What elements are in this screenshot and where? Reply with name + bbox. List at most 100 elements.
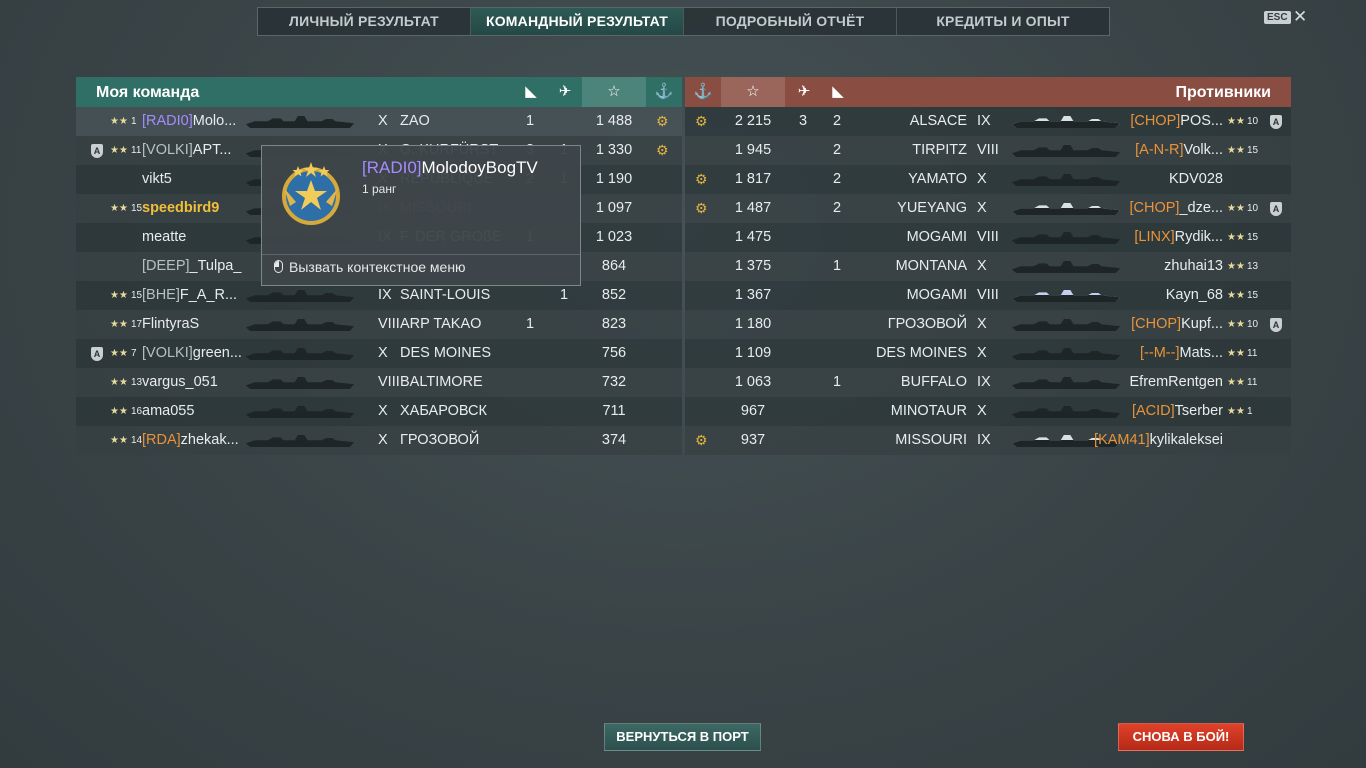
player-name[interactable]: [BHE]F_A_R... xyxy=(142,281,237,310)
enemy-row[interactable]: 1 375 1 MONTANA Xzhuhai13 ★★ 13 xyxy=(685,252,1291,281)
my-team-title: Моя команда xyxy=(96,84,200,101)
tooltip-context-hint: Вызвать контекстное меню xyxy=(274,259,466,275)
player-name[interactable]: zhuhai13 xyxy=(1164,252,1223,281)
player-row[interactable]: ★★ 14 [RDA]zhekak... X ГРОЗОВОЙ 374 xyxy=(76,426,682,455)
player-name[interactable]: meatte xyxy=(142,223,186,252)
player-name[interactable]: [RADI0]Molo... xyxy=(142,107,236,136)
rank-number: 10 xyxy=(1247,203,1259,214)
enemy-row[interactable]: 1 367 MOGAMI VIII Kayn_68 ★★ 15 xyxy=(685,281,1291,310)
player-name[interactable]: [LINX]Rydik... xyxy=(1134,223,1223,252)
rank-number: 7 xyxy=(131,348,137,359)
anchor-medal-icon[interactable]: ⚓ xyxy=(687,77,719,107)
torpedo-icon[interactable]: ◣ xyxy=(823,77,853,107)
plane-icon[interactable]: ✈ xyxy=(550,77,580,107)
player-name[interactable]: [A-N-R]Volk... xyxy=(1135,136,1223,165)
ship-tier: IX xyxy=(977,432,991,448)
ship-silhouette xyxy=(1012,290,1120,302)
player-name[interactable]: speedbird9 xyxy=(142,194,219,223)
clan-tag: [VOLKI] xyxy=(142,142,193,158)
player-name[interactable]: [ACID]Tserber xyxy=(1132,397,1223,426)
enemy-row[interactable]: 967 MINOTAUR X [ACID]Tserber ★★ 1 xyxy=(685,397,1291,426)
ship-tier: VIII xyxy=(977,229,999,245)
enemy-row[interactable]: ⚙ 1 487 2 YUEYANG X [CHOP]_dze... ★★ 10 A xyxy=(685,194,1291,223)
player-name[interactable]: [RDA]zhekak... xyxy=(142,426,239,455)
clan-tag: [DEEP] xyxy=(142,258,190,274)
player-row[interactable]: ★★ 17 FlintyraS VIII ARP TAKAO 1 823 xyxy=(76,310,682,339)
enemy-row[interactable]: 1 180 ГРОЗОВОЙ X [CHOP]Kupf... ★★ 10 A xyxy=(685,310,1291,339)
player-name[interactable]: vikt5 xyxy=(142,165,172,194)
player-name[interactable]: ama055 xyxy=(142,397,194,426)
rank-chevrons-icon: ★★ xyxy=(1227,203,1245,214)
enemy-row[interactable]: ⚙ 2 215 3 2 ALSACE IX [CHOP]POS... ★★ 10 A xyxy=(685,107,1291,136)
player-row[interactable]: A ★★ 7 [VOLKI]green... X DES MOINES 756 xyxy=(76,339,682,368)
rank-chevrons-icon: ★★ xyxy=(110,203,128,214)
player-name[interactable]: [KAM41]kylikaleksei xyxy=(1094,426,1223,455)
player-name[interactable]: [CHOP]POS... xyxy=(1130,107,1223,136)
kills-value: 1 xyxy=(833,374,842,390)
player-name[interactable]: [VOLKI]green... xyxy=(142,339,242,368)
star-icon[interactable]: ☆ xyxy=(582,77,646,107)
anchor-medal-icon[interactable]: ⚓ xyxy=(648,77,680,107)
tab-team-result[interactable]: КОМАНДНЫЙ РЕЗУЛЬТАТ xyxy=(471,8,684,35)
player-name[interactable]: KDV028 xyxy=(1169,165,1223,194)
player-name[interactable]: [CHOP]_dze... xyxy=(1130,194,1223,223)
star-icon[interactable]: ☆ xyxy=(721,77,785,107)
player-name[interactable]: [VOLKI]APT... xyxy=(142,136,231,165)
player-name[interactable]: [DEEP]_Tulpa_ xyxy=(142,252,241,281)
player-nick: F_A_R... xyxy=(179,287,238,303)
anchor-badge-icon: A xyxy=(91,347,103,361)
ship-silhouette xyxy=(246,406,354,418)
torpedo-icon[interactable]: ◣ xyxy=(516,77,546,107)
tab-credits-xp[interactable]: КРЕДИТЫ И ОПЫТ xyxy=(897,8,1109,35)
exp-value: 2 215 xyxy=(734,113,772,129)
esc-key-hint: ESC xyxy=(1264,11,1291,24)
enemy-row[interactable]: ⚙ 937 MISSOURI IX [KAM41]kylikaleksei xyxy=(685,426,1291,455)
ship-tier: X xyxy=(378,432,388,448)
exp-value: 1 109 xyxy=(734,345,772,361)
clan-tag: [KAM41] xyxy=(1094,432,1150,448)
plane-icon[interactable]: ✈ xyxy=(789,77,819,107)
ship-name: ARP TAKAO xyxy=(400,316,482,332)
rank-chevrons-icon: ★★ xyxy=(1227,232,1245,243)
player-name[interactable]: FlintyraS xyxy=(142,310,199,339)
ship-silhouette xyxy=(246,319,354,331)
rank-number: 13 xyxy=(1247,261,1259,272)
enemy-row[interactable]: 1 475 MOGAMI VIII [LINX]Rydik... ★★ 15 xyxy=(685,223,1291,252)
player-name[interactable]: EfremRentgen xyxy=(1130,368,1224,397)
player-tooltip: [RADI0]MolodoyBogTV 1 ранг Вызвать конте… xyxy=(261,145,581,286)
enemy-row[interactable]: 1 109 DES MOINES X [--M--]Mats... ★★ 11 xyxy=(685,339,1291,368)
clan-tag: [LINX] xyxy=(1134,229,1175,245)
player-name[interactable]: [--M--]Mats... xyxy=(1140,339,1223,368)
tab-personal-result[interactable]: ЛИЧНЫЙ РЕЗУЛЬТАТ xyxy=(258,8,471,35)
rank-chevrons-icon: ★★ xyxy=(110,116,128,127)
rank-chevrons-icon: ★★ xyxy=(110,145,128,156)
player-name[interactable]: Kayn_68 xyxy=(1166,281,1223,310)
rank-chevrons-icon: ★★ xyxy=(1227,406,1245,417)
rank-number: 11 xyxy=(1247,377,1258,388)
ship-silhouette xyxy=(1012,145,1120,157)
medal-icon: ⚙ xyxy=(695,171,708,187)
player-row[interactable]: ★★ 13 vargus_051 VIII BALTIMORE 732 xyxy=(76,368,682,397)
rank-chevrons-icon: ★★ xyxy=(110,435,128,446)
tab-detailed-report[interactable]: ПОДРОБНЫЙ ОТЧЁТ xyxy=(684,8,897,35)
ship-tier: X xyxy=(378,345,388,361)
enemy-row[interactable]: ⚙ 1 817 2 YAMATO X KDV028 xyxy=(685,165,1291,194)
battle-again-button[interactable]: СНОВА В БОЙ! xyxy=(1118,723,1244,751)
enemy-team-rows: ⚙ 2 215 3 2 ALSACE IX [CHOP]POS... ★★ 10 A 1 945 2 T… xyxy=(685,107,1291,455)
rank-number: 1 xyxy=(1247,406,1253,417)
player-name[interactable]: vargus_051 xyxy=(142,368,218,397)
clan-tag: [A-N-R] xyxy=(1135,142,1184,158)
rank-number: 11 xyxy=(1247,348,1258,359)
player-name[interactable]: [CHOP]Kupf... xyxy=(1131,310,1223,339)
enemy-row[interactable]: 1 945 2 TIRPITZ VIII [A-N-R]Volk... ★★ 15 xyxy=(685,136,1291,165)
return-to-port-button[interactable]: ВЕРНУТЬСЯ В ПОРТ xyxy=(604,723,761,751)
anchor-badge-icon: A xyxy=(1270,115,1282,129)
player-row[interactable]: ★★ 16 ama055 X ХАБАРОВСК 711 xyxy=(76,397,682,426)
exp-value: 1 488 xyxy=(595,113,633,129)
close-icon[interactable]: ✕ xyxy=(1293,7,1307,27)
ship-tier: IX xyxy=(977,113,991,129)
player-row[interactable]: ★★ 1 [RADI0]Molo... X ZAO 1 1 488 ⚙ xyxy=(76,107,682,136)
rank-chevrons-icon: ★★ xyxy=(1227,145,1245,156)
ship-name: MOGAMI xyxy=(906,229,967,245)
enemy-row[interactable]: 1 063 1 BUFFALO IX EfremRentgen ★★ 11 xyxy=(685,368,1291,397)
